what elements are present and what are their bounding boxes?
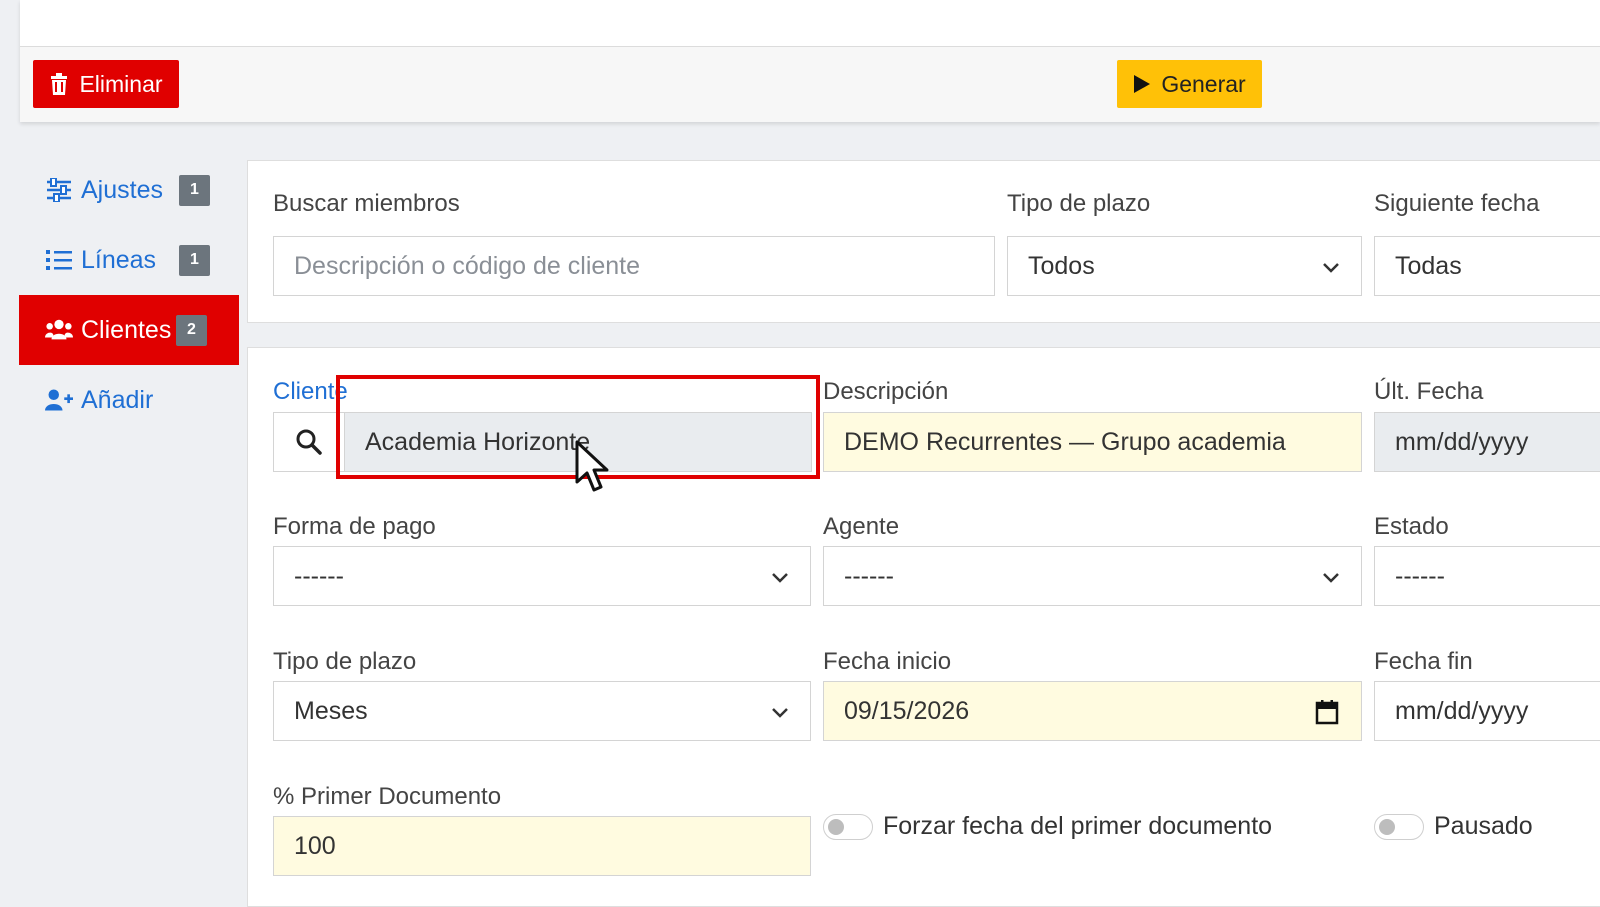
first-document-percent-value: 100 xyxy=(294,831,336,860)
client-label: Cliente xyxy=(273,378,348,405)
term-type-value: Meses xyxy=(294,696,368,725)
first-document-percent-label: % Primer Documento xyxy=(273,783,502,810)
users-icon xyxy=(45,316,73,344)
search-icon xyxy=(296,429,322,455)
status-label: Estado xyxy=(1374,513,1449,540)
sidebar-item-label: Añadir xyxy=(81,385,154,414)
chevron-down-icon xyxy=(1323,263,1339,273)
force-date-label: Forzar fecha del primer documento xyxy=(883,812,1273,840)
count-badge: 1 xyxy=(179,174,210,206)
agent-value: ------ xyxy=(844,561,894,590)
force-date-toggle[interactable] xyxy=(823,813,873,840)
chevron-down-icon xyxy=(772,708,788,718)
payment-method-select[interactable]: ------ xyxy=(273,546,811,606)
paused-label: Pausado xyxy=(1434,812,1533,840)
next-date-select[interactable]: Todas xyxy=(1374,236,1600,296)
toolbar-strip: Eliminar Generar xyxy=(20,46,1600,122)
start-date-label: Fecha inicio xyxy=(823,648,952,675)
play-icon xyxy=(1134,75,1151,93)
search-placeholder: Descripción o código de cliente xyxy=(294,251,641,280)
sidebar-item-label: Líneas xyxy=(81,245,157,274)
count-badge: 2 xyxy=(176,314,207,346)
status-value: ------ xyxy=(1395,561,1445,590)
description-value: DEMO Recurrentes — Grupo academia xyxy=(844,427,1286,456)
start-date-value: 09/15/2026 xyxy=(844,696,970,725)
agent-select[interactable]: ------ xyxy=(823,546,1362,606)
last-date-value: mm/dd/yyyy xyxy=(1395,427,1529,456)
user-plus-icon xyxy=(45,386,73,414)
count-badge: 1 xyxy=(179,244,210,276)
term-type-label: Tipo de plazo xyxy=(273,648,417,675)
sidebar-item-lineas[interactable]: Líneas 1 xyxy=(19,225,239,295)
description-input[interactable]: DEMO Recurrentes — Grupo academia xyxy=(823,412,1362,472)
start-date-input[interactable]: 09/15/2026 xyxy=(823,681,1362,741)
payment-method-value: ------ xyxy=(294,561,344,590)
payment-method-label: Forma de pago xyxy=(273,513,436,540)
chevron-down-icon xyxy=(1323,573,1339,583)
description-label: Descripción xyxy=(823,378,949,405)
client-value: Academia Horizonte xyxy=(365,427,591,456)
end-date-input[interactable]: mm/dd/yyyy xyxy=(1374,681,1600,741)
term-type-filter-value: Todos xyxy=(1028,251,1095,280)
sidebar-item-clientes[interactable]: Clientes 2 xyxy=(19,295,239,365)
sidebar-item-anadir[interactable]: Añadir xyxy=(19,365,239,435)
next-date-value: Todas xyxy=(1395,251,1462,280)
last-date-input: mm/dd/yyyy xyxy=(1374,412,1600,472)
paused-toggle-row: Pausado xyxy=(1374,812,1533,841)
sliders-icon xyxy=(45,176,73,204)
search-members-label: Buscar miembros xyxy=(273,190,460,217)
last-date-label: Últ. Fecha xyxy=(1374,378,1484,405)
end-date-value: mm/dd/yyyy xyxy=(1395,696,1529,725)
first-document-percent-input[interactable]: 100 xyxy=(273,816,811,876)
delete-button[interactable]: Eliminar xyxy=(33,60,179,108)
term-type-select[interactable]: Meses xyxy=(273,681,811,741)
agent-label: Agente xyxy=(823,513,900,540)
mouse-cursor-icon xyxy=(575,440,609,492)
term-type-filter-select[interactable]: Todos xyxy=(1007,236,1362,296)
term-type-filter-label: Tipo de plazo xyxy=(1007,190,1151,217)
sidebar: Ajustes 1 Líneas 1 Clientes 2 Añadir xyxy=(19,155,239,435)
sidebar-item-ajustes[interactable]: Ajustes 1 xyxy=(19,155,239,225)
trash-icon xyxy=(51,73,68,95)
search-input[interactable]: Descripción o código de cliente xyxy=(273,236,995,296)
client-search-button[interactable] xyxy=(273,412,345,472)
generate-button-label: Generar xyxy=(1161,70,1246,97)
force-date-toggle-row: Forzar fecha del primer documento xyxy=(823,812,1272,841)
status-select[interactable]: ------ xyxy=(1374,546,1600,606)
top-toolbar: Eliminar Generar xyxy=(20,0,1600,122)
paused-toggle[interactable] xyxy=(1374,813,1424,840)
sidebar-item-label: Ajustes xyxy=(81,175,163,204)
chevron-down-icon xyxy=(772,573,788,583)
delete-button-label: Eliminar xyxy=(79,70,163,97)
next-date-label: Siguiente fecha xyxy=(1374,190,1540,217)
end-date-label: Fecha fin xyxy=(1374,648,1473,675)
calendar-icon[interactable] xyxy=(1315,699,1339,725)
sidebar-item-label: Clientes xyxy=(81,315,172,344)
generate-button[interactable]: Generar xyxy=(1117,60,1262,108)
list-icon xyxy=(45,246,73,274)
